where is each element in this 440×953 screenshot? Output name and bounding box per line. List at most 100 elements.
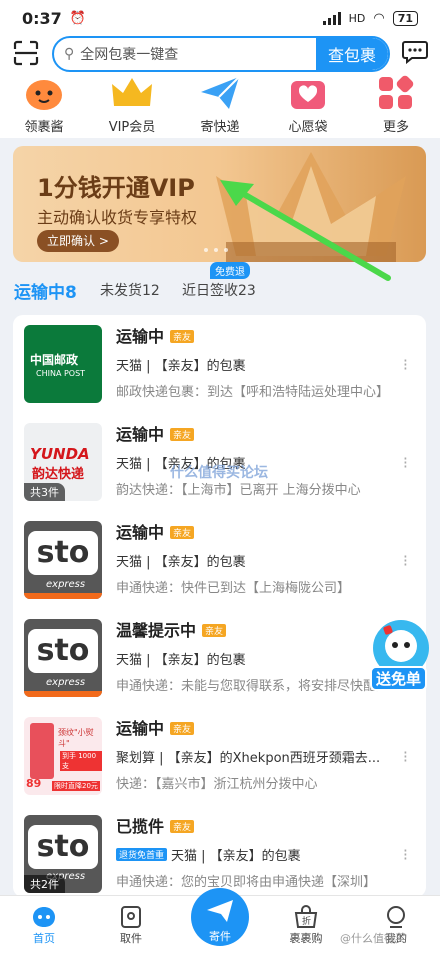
package-detail: 申通快递：快件已到达【上海梅陇公司】 bbox=[116, 581, 351, 596]
banner-confirm-button[interactable]: 立即确认 > bbox=[37, 230, 119, 252]
package-detail: 申通快递：您的宝贝即将由申通快递【深圳】 bbox=[116, 875, 377, 890]
quick-item-label: 寄快递 bbox=[200, 120, 240, 135]
tab-in-transit[interactable]: 运输中8 bbox=[14, 278, 77, 303]
package-source: 聚划算 | 【亲友】的Xhekpon西班牙颈霜去... bbox=[116, 751, 381, 766]
yunda-logo: YUNDA 韵达快递 共3件 bbox=[24, 423, 102, 501]
package-card[interactable]: 中国邮政 CHINA POST 运输中 亲友 天猫 | 【亲友】的包裹 邮政快递包… bbox=[13, 315, 426, 413]
nav-label: 寄件 bbox=[209, 930, 231, 943]
svg-text:折: 折 bbox=[302, 915, 311, 927]
package-status: 运输中 亲友 bbox=[116, 323, 195, 347]
package-tabs: 运输中8 未发货12 近日签收23 bbox=[0, 270, 440, 310]
sto-logo: sto express 共2件 bbox=[24, 815, 102, 893]
crown-illustration bbox=[216, 152, 406, 262]
sto-logo: sto express bbox=[24, 521, 102, 599]
shopping-bag-icon: 折 bbox=[276, 904, 336, 930]
free-order-float-button[interactable]: 送免单 bbox=[366, 618, 436, 691]
quick-item-mascot[interactable]: 领裹酱 bbox=[4, 74, 84, 135]
more-options-icon[interactable]: ··· bbox=[403, 549, 408, 573]
vip-banner[interactable]: 1分钱开通VIP 主动确认收货专享特权 立即确认 > bbox=[13, 146, 426, 262]
relative-tag: 亲友 bbox=[170, 526, 195, 539]
item-count-badge: 共2件 bbox=[24, 875, 65, 893]
nav-pickup[interactable]: 取件 bbox=[101, 904, 161, 946]
more-options-icon[interactable]: ··· bbox=[403, 451, 408, 475]
search-input[interactable]: 全网包裹一键查 bbox=[80, 44, 316, 64]
nav-shop[interactable]: 折 裹裹购 bbox=[276, 904, 336, 946]
nav-label: 首页 bbox=[33, 932, 55, 945]
more-options-icon[interactable]: ··· bbox=[403, 745, 408, 769]
message-icon[interactable] bbox=[402, 40, 428, 65]
grid-icon bbox=[356, 74, 436, 112]
package-detail: 邮政快递包裹：到达【呼和浩特陆运处理中心】 bbox=[116, 385, 386, 400]
package-status: 运输中 亲友 bbox=[116, 421, 195, 445]
item-count-badge: 共3件 bbox=[24, 483, 65, 501]
sto-logo: sto express bbox=[24, 619, 102, 697]
package-status: 温馨提示中 亲友 bbox=[116, 617, 227, 641]
quick-item-send[interactable]: 寄快递 bbox=[180, 74, 260, 135]
more-options-icon[interactable]: ··· bbox=[403, 353, 408, 377]
quick-icons-row: 领裹酱 VIP会员 寄快递 心愿袋 更多 bbox=[0, 74, 440, 138]
search-button[interactable]: 查包裹 bbox=[315, 38, 388, 70]
quick-item-label: 更多 bbox=[382, 120, 409, 135]
return-tag: 退货免首重 bbox=[116, 848, 168, 861]
home-icon bbox=[14, 904, 74, 930]
scan-icon[interactable] bbox=[13, 40, 39, 66]
package-card[interactable]: 颈纹"小熨斗" 到手 1000支 89 限时直降20元 运输中 亲友 聚划算 | … bbox=[13, 707, 426, 805]
relative-tag: 亲友 bbox=[170, 722, 195, 735]
quick-item-wish[interactable]: 心愿袋 bbox=[268, 74, 348, 135]
package-detail: 申通快递：未能与您取得联系，将安排尽快配送 bbox=[116, 679, 386, 694]
nav-home[interactable]: 首页 bbox=[14, 904, 74, 946]
package-status: 运输中 亲友 bbox=[116, 715, 195, 739]
quick-item-more[interactable]: 更多 bbox=[356, 74, 436, 135]
carousel-dots bbox=[204, 248, 228, 252]
china-post-logo: 中国邮政 CHINA POST bbox=[24, 325, 102, 403]
banner-title: 1分钱开通VIP bbox=[37, 174, 195, 202]
package-status: 运输中 亲友 bbox=[116, 519, 195, 543]
quick-item-label: 心愿袋 bbox=[288, 120, 328, 135]
relative-tag: 亲友 bbox=[170, 330, 195, 343]
wifi-icon: ◠ bbox=[373, 10, 385, 26]
send-icon bbox=[207, 900, 233, 922]
relative-tag: 亲友 bbox=[202, 624, 227, 637]
crown-icon bbox=[92, 74, 172, 112]
status-bar: 0:37 ⏰ HD ◠ 71 bbox=[0, 0, 440, 36]
relative-tag: 亲友 bbox=[170, 428, 195, 441]
search-bar[interactable]: ⚲ 全网包裹一键查 查包裹 bbox=[52, 36, 390, 72]
package-card[interactable]: sto express 共2件 已揽件 亲友 退货免首重 天猫 | 【亲友】的包裹 … bbox=[13, 805, 426, 897]
battery-icon: 71 bbox=[392, 10, 418, 26]
package-card[interactable]: sto express 运输中 亲友 天猫 | 【亲友】的包裹 申通快递：快件已到… bbox=[13, 511, 426, 609]
network-label: HD bbox=[348, 11, 366, 25]
alarm-icon: ⏰ bbox=[69, 10, 86, 26]
package-status: 已揽件 亲友 bbox=[116, 813, 195, 837]
package-source: 天猫 | 【亲友】的包裹 bbox=[116, 555, 246, 570]
tab-recently-signed[interactable]: 近日签收23 bbox=[182, 280, 256, 300]
profile-icon bbox=[366, 904, 426, 930]
package-card[interactable]: sto express 温馨提示中 亲友 天猫 | 【亲友】的包裹 申通快递：未能… bbox=[13, 609, 426, 707]
watermark: @什么值得买 bbox=[340, 932, 406, 945]
package-detail: 快递：【嘉兴市】浙江杭州分拨中心 bbox=[116, 777, 318, 792]
signal-icon bbox=[322, 11, 341, 25]
heart-bag-icon bbox=[268, 74, 348, 112]
paper-plane-icon bbox=[180, 74, 260, 112]
package-source: 天猫 | 【亲友】的包裹 bbox=[116, 359, 246, 374]
send-package-button[interactable]: 寄件 bbox=[191, 888, 249, 946]
free-order-label: 送免单 bbox=[370, 666, 428, 691]
package-list: 中国邮政 CHINA POST 运输中 亲友 天猫 | 【亲友】的包裹 邮政快递包… bbox=[13, 315, 426, 897]
mascot-icon bbox=[4, 74, 84, 112]
quick-item-vip[interactable]: VIP会员 bbox=[92, 74, 172, 135]
nav-label: 裹裹购 bbox=[289, 932, 323, 945]
search-icon: ⚲ bbox=[64, 46, 75, 62]
product-thumbnail: 颈纹"小熨斗" 到手 1000支 89 限时直降20元 bbox=[24, 717, 102, 795]
tab-not-shipped[interactable]: 未发货12 bbox=[100, 280, 160, 300]
quick-item-label: VIP会员 bbox=[108, 120, 156, 135]
nav-label: 取件 bbox=[120, 932, 142, 945]
package-source: 退货免首重 天猫 | 【亲友】的包裹 bbox=[116, 845, 301, 864]
quick-item-label: 领裹酱 bbox=[24, 120, 64, 135]
more-options-icon[interactable]: ··· bbox=[403, 843, 408, 867]
clock: 0:37 bbox=[22, 8, 62, 28]
banner-subtitle: 主动确认收货专享特权 bbox=[37, 208, 198, 227]
relative-tag: 亲友 bbox=[170, 820, 195, 833]
watermark-center: 什么值得买论坛 bbox=[170, 465, 268, 481]
locker-icon bbox=[101, 904, 161, 930]
package-source: 天猫 | 【亲友】的包裹 bbox=[116, 653, 246, 668]
top-bar: ⚲ 全网包裹一键查 查包裹 bbox=[0, 36, 440, 74]
